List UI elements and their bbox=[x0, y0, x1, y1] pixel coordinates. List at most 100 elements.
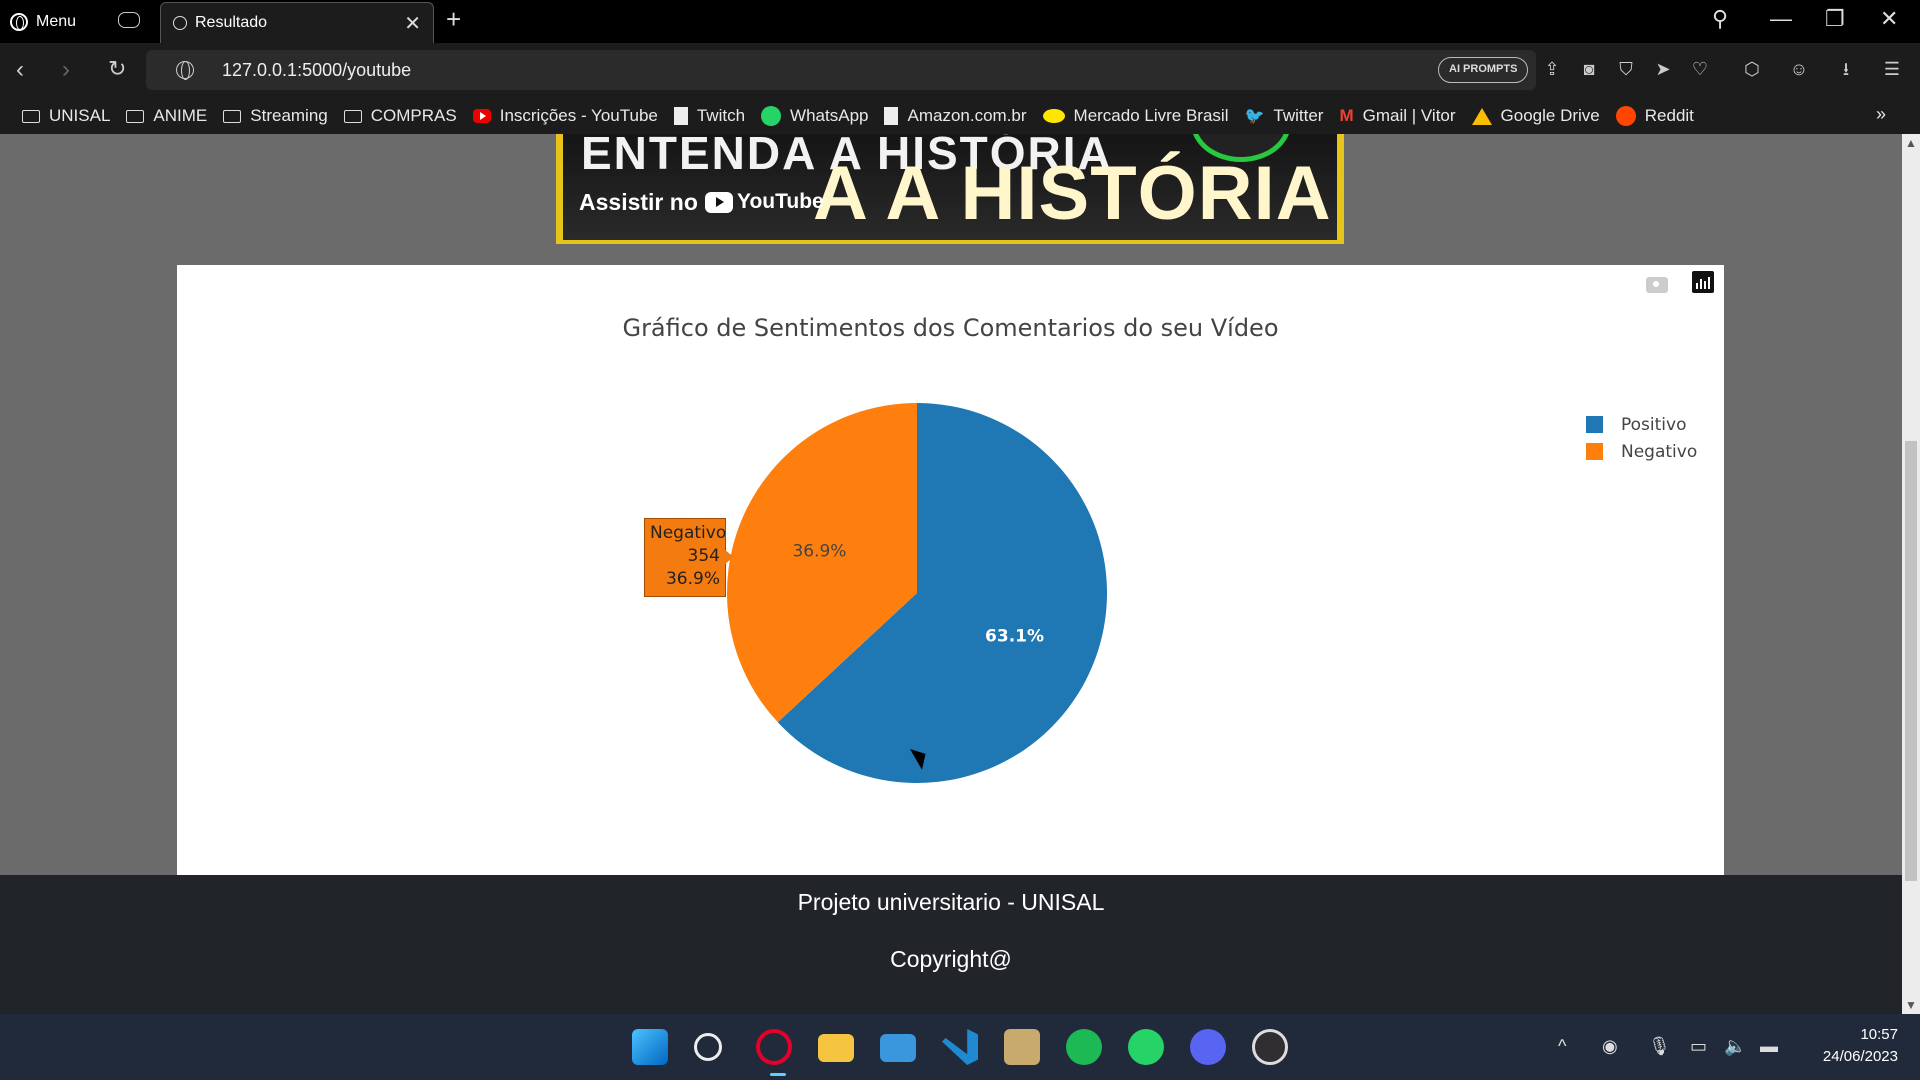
banner-cta-text: Assistir no bbox=[579, 189, 698, 215]
clock-time: 10:57 bbox=[1860, 1026, 1898, 1043]
folder-icon bbox=[343, 109, 362, 123]
back-button[interactable]: ‹ bbox=[16, 56, 24, 84]
close-window-button[interactable]: ✕ bbox=[1880, 6, 1898, 32]
browser-tab-bar: Menu Resultado ✕ + ⚲ — ❐ ✕ bbox=[0, 0, 1920, 43]
ai-prompts-button[interactable]: AI PROMPTS bbox=[1438, 57, 1529, 83]
legend-label-negativo: Negativo bbox=[1621, 441, 1698, 462]
bookmark-label: Inscrições - YouTube bbox=[499, 106, 658, 125]
bookmark-label: Streaming bbox=[250, 106, 328, 125]
youtube-banner[interactable]: ENTENDA A HISTÓRIA A A HISTÓRIA Assistir… bbox=[556, 134, 1344, 244]
search-tabs-icon[interactable]: ⚲ bbox=[1712, 6, 1728, 32]
clock-date: 24/06/2023 bbox=[1822, 1048, 1898, 1065]
legend-label-positivo: Positivo bbox=[1621, 414, 1687, 435]
whatsapp-icon[interactable] bbox=[1128, 1029, 1164, 1065]
hover-percent: 36.9% bbox=[665, 569, 720, 589]
bookmark-label: Reddit bbox=[1644, 106, 1694, 125]
send-icon[interactable]: ➤ bbox=[1653, 59, 1673, 79]
bookmark-compras[interactable]: COMPRAS bbox=[343, 106, 457, 126]
download-icon[interactable]: ⭳ bbox=[1836, 59, 1856, 79]
folder-icon bbox=[223, 109, 242, 123]
google-drive-icon bbox=[1471, 107, 1492, 125]
forward-button[interactable]: › bbox=[62, 56, 70, 84]
vscode-icon[interactable] bbox=[942, 1029, 978, 1065]
legend-item-negativo[interactable]: Negativo bbox=[1586, 438, 1697, 465]
volume-icon[interactable]: 🔈 bbox=[1724, 1036, 1746, 1057]
bookmark-gmail[interactable]: M Gmail | Vitor bbox=[1339, 106, 1455, 126]
youtube-icon bbox=[472, 109, 491, 123]
file-explorer-icon[interactable] bbox=[818, 1034, 854, 1062]
sentiment-chart: Gráfico de Sentimentos dos Comentarios d… bbox=[177, 265, 1724, 875]
scroll-thumb[interactable] bbox=[1905, 441, 1917, 881]
battery-icon[interactable]: ▬ bbox=[1760, 1036, 1778, 1057]
spotify-icon[interactable] bbox=[1066, 1029, 1102, 1065]
windows-start-icon[interactable] bbox=[632, 1029, 668, 1065]
bookmark-amazon[interactable]: Amazon.com.br bbox=[884, 106, 1027, 126]
hover-label: Negativo bbox=[650, 523, 727, 543]
document-icon bbox=[884, 107, 899, 125]
legend-item-positivo[interactable]: Positivo bbox=[1586, 411, 1697, 438]
gmail-icon: M bbox=[1339, 106, 1354, 125]
hover-value: 354 bbox=[687, 546, 720, 566]
pie-label-negativo: 36.9% bbox=[792, 541, 846, 561]
chart-legend: Positivo Negativo bbox=[1586, 411, 1697, 465]
banner-youtube-text: YouTube bbox=[737, 190, 824, 213]
opera-icon[interactable] bbox=[756, 1029, 792, 1065]
scroll-up-icon[interactable]: ▲ bbox=[1905, 136, 1917, 150]
camera-icon[interactable]: ◙ bbox=[1579, 59, 1599, 79]
microphone-icon[interactable]: 🎙 bbox=[1648, 1036, 1671, 1057]
minimize-button[interactable]: — bbox=[1770, 6, 1792, 32]
url-text[interactable]: 127.0.0.1:5000/youtube bbox=[222, 60, 411, 81]
gamepad-icon[interactable] bbox=[118, 12, 140, 28]
opera-menu-button[interactable]: Menu bbox=[10, 8, 76, 36]
discord-icon[interactable] bbox=[1190, 1029, 1226, 1065]
bookmark-twitter[interactable]: 🐦 Twitter bbox=[1244, 106, 1323, 126]
hover-tooltip: Negativo 354 36.9% bbox=[644, 518, 734, 597]
close-tab-icon[interactable]: ✕ bbox=[404, 11, 421, 36]
bookmark-youtube[interactable]: Inscrições - YouTube bbox=[472, 106, 658, 126]
bookmark-label: WhatsApp bbox=[790, 106, 869, 125]
bookmark-whatsapp[interactable]: WhatsApp bbox=[761, 106, 868, 126]
whatsapp-icon bbox=[761, 106, 782, 126]
page-content: ENTENDA A HISTÓRIA A A HISTÓRIA Assistir… bbox=[0, 134, 1902, 1014]
bookmark-mercado-livre[interactable]: Mercado Livre Brasil bbox=[1042, 106, 1228, 126]
shield-icon[interactable]: ⛉ bbox=[1616, 59, 1636, 79]
bookmark-label: COMPRAS bbox=[370, 106, 457, 125]
bookmark-label: Gmail | Vitor bbox=[1362, 106, 1456, 125]
bookmark-label: Amazon.com.br bbox=[907, 106, 1027, 125]
bookmark-google-drive[interactable]: Google Drive bbox=[1471, 106, 1600, 126]
site-info-icon[interactable] bbox=[176, 61, 194, 80]
bookmark-unisal[interactable]: UNISAL bbox=[22, 106, 110, 126]
opera-menu-label: Menu bbox=[36, 13, 77, 30]
bookmarks-bar: UNISAL ANIME Streaming COMPRAS Inscriçõe… bbox=[0, 98, 1920, 134]
more-bookmarks-icon[interactable]: » bbox=[1876, 104, 1886, 125]
page-footer: Projeto universitario - UNISAL Copyright… bbox=[0, 875, 1902, 1014]
share-icon[interactable]: ⇪ bbox=[1542, 59, 1562, 79]
bookmark-reddit[interactable]: Reddit bbox=[1615, 106, 1694, 126]
bookmark-label: Google Drive bbox=[1500, 106, 1600, 125]
mail-icon[interactable] bbox=[880, 1034, 916, 1062]
tab-title: Resultado bbox=[195, 14, 268, 31]
tray-overflow-icon[interactable]: ^ bbox=[1558, 1036, 1566, 1057]
discord-tray-icon[interactable]: ◉ bbox=[1602, 1036, 1618, 1057]
taskbar-clock[interactable]: 10:57 24/06/2023 bbox=[1823, 1024, 1898, 1068]
reload-button[interactable]: ↻ bbox=[108, 56, 126, 82]
league-of-legends-icon[interactable] bbox=[1004, 1029, 1040, 1065]
page-scrollbar[interactable]: ▲ ▼ bbox=[1902, 134, 1920, 1014]
restore-button[interactable]: ❐ bbox=[1825, 6, 1845, 32]
tab-resultado[interactable]: Resultado ✕ bbox=[160, 2, 434, 43]
profile-icon[interactable]: ☺ bbox=[1789, 59, 1809, 79]
footer-project-text: Projeto universitario - UNISAL bbox=[797, 889, 1105, 915]
network-icon[interactable]: ▭ bbox=[1690, 1036, 1707, 1057]
bookmark-twitch[interactable]: Twitch bbox=[673, 106, 745, 126]
new-tab-button[interactable]: + bbox=[446, 4, 461, 35]
bookmark-streaming[interactable]: Streaming bbox=[223, 106, 328, 126]
scroll-down-icon[interactable]: ▼ bbox=[1905, 998, 1917, 1012]
bookmark-anime[interactable]: ANIME bbox=[126, 106, 207, 126]
footer-copyright-text: Copyright@ bbox=[890, 946, 1012, 972]
menu-icon[interactable]: ☰ bbox=[1882, 59, 1902, 79]
search-icon[interactable] bbox=[694, 1033, 722, 1061]
cube-icon[interactable]: ⬡ bbox=[1742, 59, 1762, 79]
heart-icon[interactable]: ♡ bbox=[1690, 59, 1710, 79]
obs-icon[interactable] bbox=[1252, 1029, 1288, 1065]
address-bar[interactable]: 127.0.0.1:5000/youtube bbox=[146, 50, 1536, 90]
